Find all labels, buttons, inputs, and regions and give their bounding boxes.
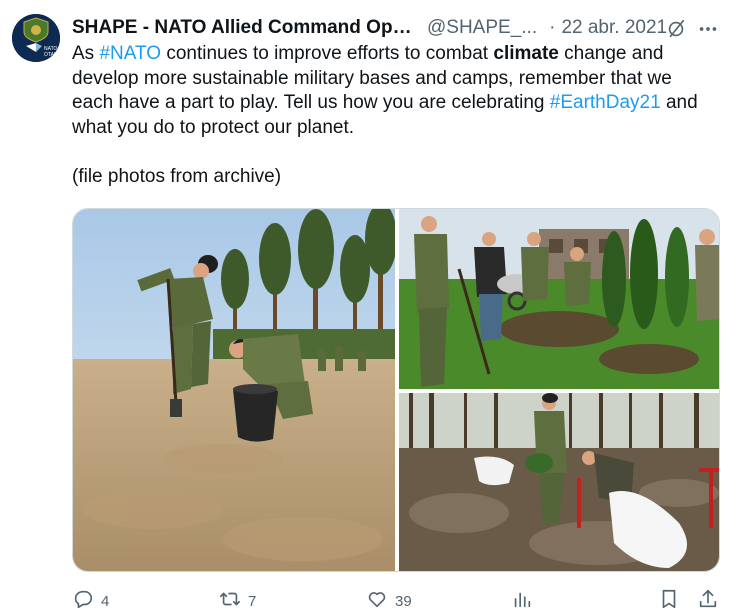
tweet-date[interactable]: 22 abr. 2021 bbox=[561, 17, 667, 39]
author-handle[interactable]: @SHAPE_... bbox=[427, 17, 537, 39]
tweet-actions: 4 7 39 bbox=[72, 588, 722, 614]
share-icon bbox=[697, 588, 719, 614]
nato-shape-logo: NATO OTAN bbox=[12, 14, 60, 62]
like-button[interactable]: 39 bbox=[366, 588, 412, 614]
bookmark-button[interactable] bbox=[658, 588, 680, 614]
avatar[interactable]: NATO OTAN bbox=[12, 14, 60, 62]
hashtag-nato-link[interactable]: #NATO bbox=[99, 43, 161, 64]
photo-soldiers-digging[interactable] bbox=[73, 209, 395, 571]
tweet-header: SHAPE - NATO Allied Command Ope... @SHAP… bbox=[72, 14, 722, 42]
header-separator: · bbox=[549, 17, 556, 38]
retweet-count: 7 bbox=[248, 592, 257, 610]
avatar-otan-text: OTAN bbox=[44, 52, 58, 58]
views-button[interactable] bbox=[511, 588, 533, 614]
more-icon[interactable] bbox=[697, 18, 719, 40]
reply-icon bbox=[72, 588, 94, 614]
views-icon bbox=[511, 588, 533, 614]
retweet-icon bbox=[219, 588, 241, 614]
bold-keyword: climate bbox=[493, 43, 559, 64]
grok-icon[interactable] bbox=[665, 18, 687, 40]
retweet-button[interactable]: 7 bbox=[219, 588, 256, 614]
share-button[interactable] bbox=[697, 588, 719, 614]
tweet-text-segment: continues to improve efforts to combat bbox=[161, 43, 494, 64]
photo-forest-clearing[interactable] bbox=[399, 393, 719, 571]
hashtag-earthday-link[interactable]: #EarthDay21 bbox=[550, 92, 661, 113]
tweet-body: As #NATO continues to improve efforts to… bbox=[72, 42, 712, 189]
author-name[interactable]: SHAPE - NATO Allied Command Ope... bbox=[72, 17, 417, 39]
tweet-text-segment: As bbox=[72, 43, 100, 64]
reply-count: 4 bbox=[101, 592, 110, 610]
media-grid bbox=[72, 208, 720, 572]
bookmark-icon bbox=[658, 588, 680, 614]
heart-icon bbox=[366, 588, 388, 614]
tweet-paragraph: As #NATO continues to improve efforts to… bbox=[72, 42, 712, 140]
tweet-note: (file photos from archive) bbox=[72, 165, 282, 187]
like-count: 39 bbox=[395, 592, 412, 610]
photo-group-garden[interactable] bbox=[399, 209, 719, 389]
reply-button[interactable]: 4 bbox=[72, 588, 109, 614]
